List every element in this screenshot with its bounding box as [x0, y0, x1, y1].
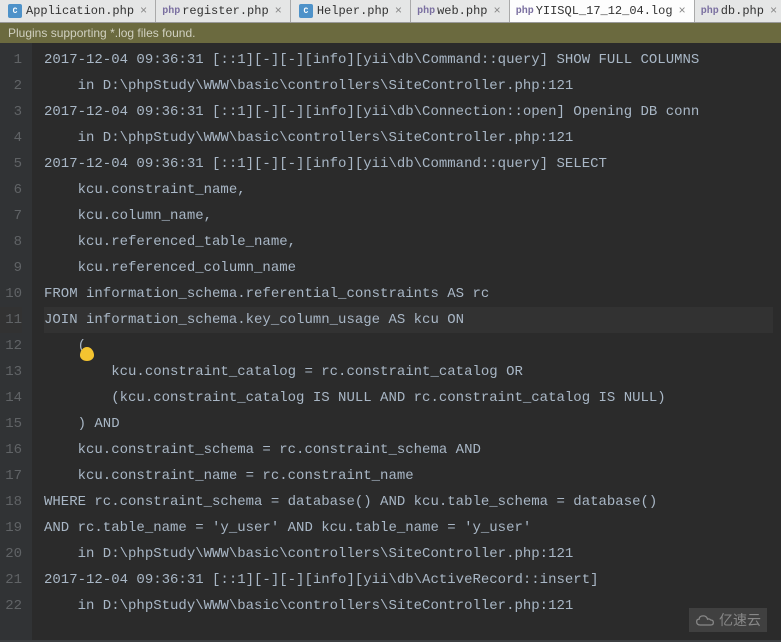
tab-file[interactable]: C Helper.php ×	[291, 0, 411, 22]
php-file-icon: php	[703, 4, 717, 18]
line-number[interactable]: 12	[0, 333, 22, 359]
tab-file[interactable]: C Application.php ×	[0, 0, 156, 22]
line-number[interactable]: 1	[0, 47, 22, 73]
close-icon[interactable]: ×	[494, 4, 501, 18]
tab-label: register.php	[182, 4, 268, 18]
code-line[interactable]: kcu.constraint_catalog = rc.constraint_c…	[44, 359, 773, 385]
tab-label: YIISQL_17_12_04.log	[536, 4, 673, 18]
php-file-icon: php	[518, 4, 532, 18]
line-number[interactable]: 4	[0, 125, 22, 151]
code-editor: 12345678910111213141516171819202122 2017…	[0, 43, 781, 640]
php-file-icon: php	[419, 4, 433, 18]
code-line[interactable]: in D:\phpStudy\WWW\basic\controllers\Sit…	[44, 541, 773, 567]
tab-label: db.php	[721, 4, 764, 18]
code-line[interactable]: JOIN information_schema.key_column_usage…	[44, 307, 773, 333]
code-line[interactable]: FROM information_schema.referential_cons…	[44, 281, 773, 307]
code-line[interactable]: AND rc.table_name = 'y_user' AND kcu.tab…	[44, 515, 773, 541]
code-line[interactable]: in D:\phpStudy\WWW\basic\controllers\Sit…	[44, 593, 773, 619]
close-icon[interactable]: ×	[140, 4, 147, 18]
line-number[interactable]: 15	[0, 411, 22, 437]
code-line[interactable]: kcu.constraint_name,	[44, 177, 773, 203]
line-number[interactable]: 3	[0, 99, 22, 125]
tab-label: Helper.php	[317, 4, 389, 18]
tab-file[interactable]: php YIISQL_17_12_04.log ×	[510, 0, 695, 22]
code-area[interactable]: 2017-12-04 09:36:31 [::1][-][-][info][yi…	[32, 43, 781, 640]
code-line[interactable]: 2017-12-04 09:36:31 [::1][-][-][info][yi…	[44, 151, 773, 177]
line-number[interactable]: 14	[0, 385, 22, 411]
code-line[interactable]: 2017-12-04 09:36:31 [::1][-][-][info][yi…	[44, 99, 773, 125]
php-file-icon: php	[164, 4, 178, 18]
close-icon[interactable]: ×	[275, 4, 282, 18]
notice-bar[interactable]: Plugins supporting *.log files found.	[0, 23, 781, 43]
line-number[interactable]: 20	[0, 541, 22, 567]
line-number[interactable]: 17	[0, 463, 22, 489]
code-line[interactable]: WHERE rc.constraint_schema = database() …	[44, 489, 773, 515]
line-number[interactable]: 18	[0, 489, 22, 515]
line-number[interactable]: 8	[0, 229, 22, 255]
tab-file[interactable]: php web.php ×	[411, 0, 510, 22]
line-number[interactable]: 11	[0, 307, 22, 333]
code-line[interactable]: ) AND	[44, 411, 773, 437]
close-icon[interactable]: ×	[395, 4, 402, 18]
code-line[interactable]: (	[44, 333, 773, 359]
tab-label: Application.php	[26, 4, 134, 18]
close-icon[interactable]: ×	[679, 4, 686, 18]
code-line[interactable]: in D:\phpStudy\WWW\basic\controllers\Sit…	[44, 73, 773, 99]
line-number[interactable]: 22	[0, 593, 22, 619]
code-line[interactable]: kcu.referenced_table_name,	[44, 229, 773, 255]
c-file-icon: C	[299, 4, 313, 18]
watermark-text: 亿速云	[719, 610, 761, 630]
watermark: 亿速云	[689, 608, 767, 632]
code-line[interactable]: kcu.constraint_name = rc.constraint_name	[44, 463, 773, 489]
line-number[interactable]: 10	[0, 281, 22, 307]
code-line[interactable]: in D:\phpStudy\WWW\basic\controllers\Sit…	[44, 125, 773, 151]
code-line[interactable]: kcu.column_name,	[44, 203, 773, 229]
line-number[interactable]: 2	[0, 73, 22, 99]
line-number[interactable]: 21	[0, 567, 22, 593]
bulb-icon[interactable]	[80, 347, 94, 361]
code-line[interactable]: kcu.constraint_schema = rc.constraint_sc…	[44, 437, 773, 463]
tab-label: web.php	[437, 4, 487, 18]
line-number[interactable]: 6	[0, 177, 22, 203]
line-number[interactable]: 13	[0, 359, 22, 385]
c-file-icon: C	[8, 4, 22, 18]
code-line[interactable]: 2017-12-04 09:36:31 [::1][-][-][info][yi…	[44, 47, 773, 73]
line-number[interactable]: 9	[0, 255, 22, 281]
close-icon[interactable]: ×	[770, 4, 777, 18]
line-number[interactable]: 7	[0, 203, 22, 229]
line-number[interactable]: 5	[0, 151, 22, 177]
line-number[interactable]: 16	[0, 437, 22, 463]
code-line[interactable]: 2017-12-04 09:36:31 [::1][-][-][info][yi…	[44, 567, 773, 593]
code-line[interactable]: (kcu.constraint_catalog IS NULL AND rc.c…	[44, 385, 773, 411]
tab-file[interactable]: php db.php ×	[695, 0, 781, 22]
cloud-icon	[695, 613, 715, 627]
code-line[interactable]: kcu.referenced_column_name	[44, 255, 773, 281]
line-gutter: 12345678910111213141516171819202122	[0, 43, 32, 640]
editor-tabs: C Application.php × php register.php × C Helper…	[0, 0, 781, 23]
line-number[interactable]: 19	[0, 515, 22, 541]
tab-file[interactable]: php register.php ×	[156, 0, 291, 22]
